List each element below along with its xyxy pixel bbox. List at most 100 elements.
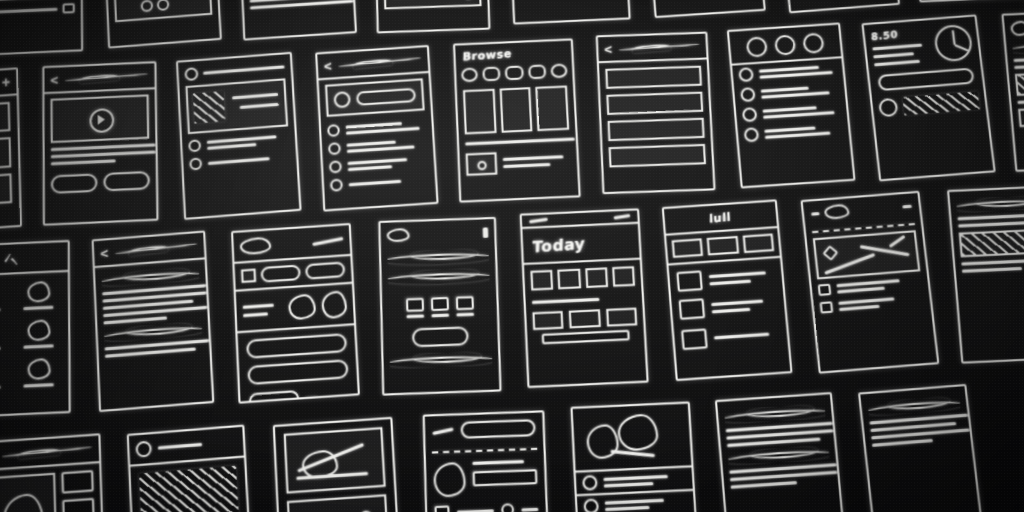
title-scribble bbox=[64, 73, 148, 82]
menu-item[interactable] bbox=[19, 319, 58, 349]
thumbnail[interactable] bbox=[569, 309, 600, 328]
button[interactable] bbox=[51, 173, 97, 193]
content-card[interactable] bbox=[499, 87, 532, 133]
sketch-card-search-results-screen[interactable]: < bbox=[596, 32, 716, 195]
sketch-card-profile-banner-screen[interactable] bbox=[507, 0, 631, 25]
sketch-card-video-player-screen[interactable]: < bbox=[42, 61, 158, 226]
sketch-card-text-article-screen[interactable] bbox=[908, 0, 1024, 2]
menu-item[interactable] bbox=[0, 321, 5, 351]
post-card[interactable] bbox=[185, 78, 288, 134]
sketch-card-stats-dashboard-screen[interactable]: 8.50 bbox=[861, 14, 995, 181]
sketch-card-icon-grid-screen[interactable]: < + bbox=[0, 67, 22, 235]
add-icon[interactable]: + bbox=[2, 75, 11, 90]
thumbnail[interactable] bbox=[530, 270, 553, 291]
section-label bbox=[532, 298, 600, 304]
filter-chip[interactable] bbox=[528, 65, 546, 80]
back-arrow-icon[interactable]: < bbox=[100, 246, 108, 260]
sketch-card-photo-detail-screen[interactable]: < bbox=[0, 433, 106, 512]
menu-item[interactable] bbox=[19, 281, 58, 311]
tab-title-scribble: lull bbox=[709, 210, 731, 225]
large-illustration bbox=[139, 466, 242, 512]
icon-tile[interactable] bbox=[0, 137, 11, 169]
sketch-card-contacts-screen[interactable] bbox=[727, 23, 856, 189]
back-arrow-icon[interactable]: < bbox=[604, 42, 612, 55]
sketch-card-browse-screen[interactable]: Browse bbox=[453, 38, 581, 202]
sketch-card-route-map-screen[interactable] bbox=[800, 191, 939, 374]
avatar-icon[interactable] bbox=[774, 35, 796, 56]
card-row[interactable] bbox=[673, 318, 788, 356]
result-row[interactable] bbox=[609, 144, 706, 168]
field-pill[interactable] bbox=[247, 359, 348, 385]
sketch-card-checkout-screen[interactable] bbox=[231, 223, 360, 404]
sketch-card-bottom-edge-screen[interactable] bbox=[858, 384, 988, 512]
segment[interactable] bbox=[707, 236, 739, 256]
nav-bar: < bbox=[598, 34, 707, 64]
sketch-card-wave-hero-screen[interactable] bbox=[378, 217, 501, 396]
icon-tile[interactable] bbox=[0, 173, 12, 205]
sketch-card-gallery-grid-screen[interactable] bbox=[237, 0, 357, 41]
thumbnail[interactable] bbox=[558, 269, 581, 290]
sketch-card-landscape-cards-screen[interactable] bbox=[373, 0, 490, 33]
back-arrow-icon[interactable]: < bbox=[324, 59, 332, 72]
photo-card[interactable] bbox=[287, 494, 390, 512]
button[interactable] bbox=[103, 171, 149, 191]
thumbnail[interactable] bbox=[532, 311, 563, 330]
filter-chip[interactable] bbox=[482, 67, 500, 82]
avatar[interactable] bbox=[135, 441, 152, 458]
video-player[interactable] bbox=[51, 94, 150, 143]
sketch-card-social-feed-screen[interactable] bbox=[176, 52, 302, 220]
thumbnail[interactable] bbox=[612, 266, 635, 287]
filter-chip[interactable] bbox=[551, 64, 568, 79]
sketch-card-right-edge-screen[interactable] bbox=[947, 185, 1024, 363]
route-map[interactable] bbox=[813, 230, 920, 279]
title-scribble bbox=[338, 57, 422, 67]
icon-tile[interactable] bbox=[0, 102, 10, 133]
sketch-card-tabs-screen[interactable]: lull bbox=[662, 199, 793, 381]
avatar-icon[interactable] bbox=[746, 36, 768, 57]
sketch-card-dashboard-tiles-screen[interactable] bbox=[423, 410, 552, 512]
content-card[interactable] bbox=[463, 89, 496, 135]
sketch-card-character-profile-screen[interactable] bbox=[570, 401, 701, 512]
sketch-card-sidebar-screen[interactable] bbox=[1001, 9, 1024, 172]
sketch-card-stepper-flow-screen[interactable] bbox=[643, 0, 766, 18]
sketch-card-quad-tiles-screen[interactable] bbox=[774, 0, 901, 13]
illustration bbox=[573, 404, 692, 473]
sketch-card-article-list-screen[interactable] bbox=[0, 0, 83, 57]
field-pill[interactable] bbox=[246, 333, 347, 359]
illustration-card[interactable] bbox=[383, 0, 482, 9]
filter-chip[interactable] bbox=[461, 68, 478, 83]
result-row[interactable] bbox=[605, 66, 702, 89]
cta-pill[interactable] bbox=[412, 326, 469, 347]
back-arrow-icon[interactable]: < bbox=[50, 73, 58, 86]
play-icon[interactable] bbox=[89, 108, 114, 133]
sketch-card-photo-feed-screen[interactable] bbox=[102, 0, 222, 49]
result-row[interactable] bbox=[608, 118, 705, 141]
menu-item[interactable] bbox=[0, 360, 5, 390]
sketch-card-today-screen[interactable]: Today bbox=[520, 208, 649, 388]
filter-chip[interactable] bbox=[505, 66, 523, 81]
photo[interactable] bbox=[0, 473, 57, 512]
sketch-card-profile-detail-screen[interactable]: < bbox=[315, 45, 438, 212]
sketch-card-food-cards-screen[interactable] bbox=[273, 417, 403, 512]
segment[interactable] bbox=[742, 234, 774, 254]
menu-item[interactable] bbox=[19, 358, 58, 388]
sketch-card-text-document-screen[interactable]: < bbox=[92, 230, 215, 412]
avatar-icon[interactable] bbox=[802, 33, 824, 54]
thumbnail[interactable] bbox=[585, 267, 608, 288]
side-panel bbox=[61, 470, 95, 512]
pill-button[interactable] bbox=[877, 68, 974, 91]
result-row[interactable] bbox=[606, 92, 703, 115]
sketch-card-blog-post-screen[interactable] bbox=[715, 392, 850, 512]
sketch-card-avatar-artwork-screen[interactable] bbox=[127, 424, 255, 512]
thumbnail[interactable] bbox=[606, 308, 637, 327]
photo-card[interactable] bbox=[284, 427, 386, 494]
avatar bbox=[334, 91, 351, 108]
menu-item[interactable] bbox=[0, 283, 5, 313]
content-card[interactable] bbox=[536, 86, 569, 132]
nav-bar: < bbox=[317, 47, 428, 80]
featured-row[interactable] bbox=[459, 145, 577, 181]
sketch-card-icon-menu-screen[interactable]: ৴৲ bbox=[0, 240, 71, 418]
primary-button[interactable] bbox=[249, 390, 300, 404]
segment[interactable] bbox=[672, 238, 704, 258]
three-stat-boxes bbox=[382, 291, 497, 323]
